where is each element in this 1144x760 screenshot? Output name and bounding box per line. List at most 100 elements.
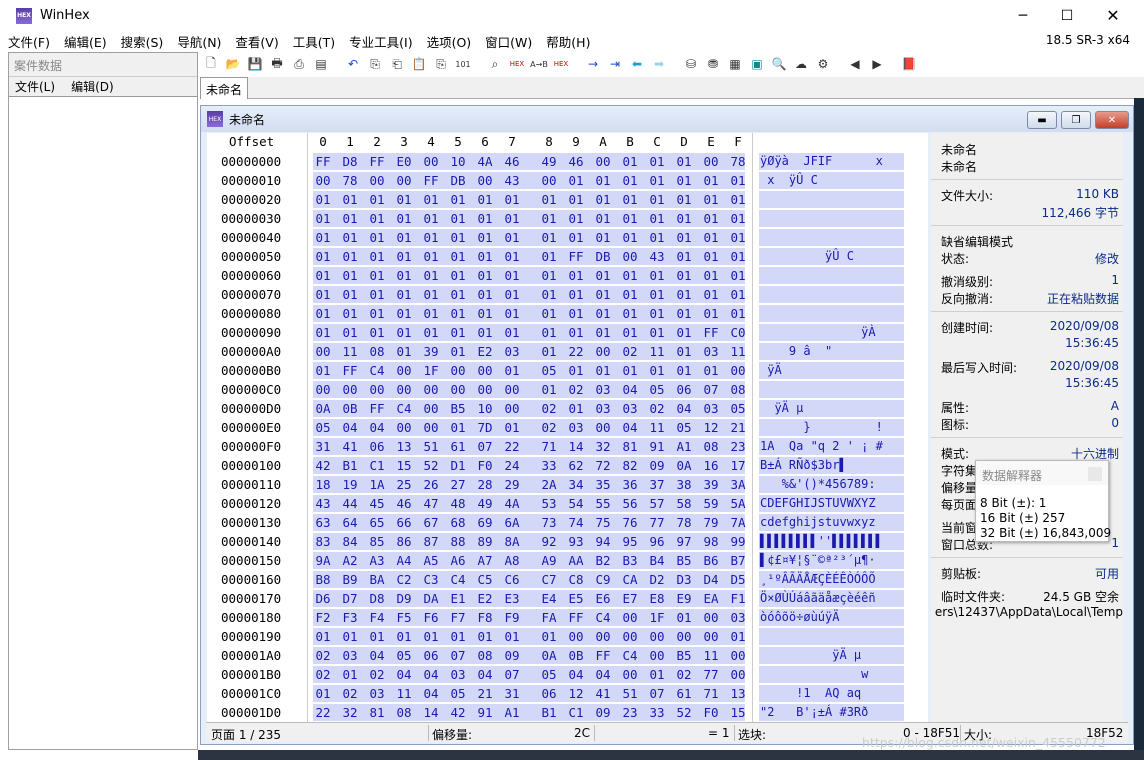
hex-byte[interactable]: 00 <box>647 648 667 663</box>
hex-byte[interactable]: 32 <box>593 439 613 454</box>
hex-byte[interactable]: 01 <box>539 382 559 397</box>
hex-byte[interactable]: 01 <box>367 249 387 264</box>
hex-byte[interactable]: B6 <box>701 553 721 568</box>
hex-byte[interactable]: E5 <box>566 591 586 606</box>
hex-byte[interactable]: 61 <box>448 439 468 454</box>
hex-byte[interactable]: 01 <box>566 173 586 188</box>
hex-byte[interactable]: 01 <box>620 363 640 378</box>
hex-row[interactable]: 000001D0 22 32 81 08 14 42 91 A1 B1 C1 09 23 33 52 F0 15… <box>207 703 928 722</box>
hex-byte[interactable]: C3 <box>421 572 441 587</box>
hex-byte[interactable]: 04 <box>620 382 640 397</box>
hex-byte[interactable]: 00 <box>313 173 333 188</box>
hex-byte[interactable]: 01 <box>647 230 667 245</box>
hex-byte[interactable]: 01 <box>502 363 522 378</box>
hex-byte[interactable]: 01 <box>620 230 640 245</box>
hex-byte[interactable]: 01 <box>566 306 586 321</box>
hex-byte[interactable]: 01 <box>448 211 468 226</box>
hex-byte[interactable]: 02 <box>647 401 667 416</box>
hex-byte[interactable]: 46 <box>566 154 586 169</box>
hex-byte[interactable]: 00 <box>728 648 748 663</box>
hex-byte[interactable]: 01 <box>502 230 522 245</box>
doc-restore-button[interactable]: ❐ <box>1061 111 1091 129</box>
hex-byte[interactable]: 01 <box>421 249 441 264</box>
hex-byte[interactable]: 01 <box>647 192 667 207</box>
hex-byte[interactable]: 00 <box>394 420 414 435</box>
hex-byte[interactable]: 01 <box>701 230 721 245</box>
hex-byte[interactable]: 08 <box>701 439 721 454</box>
hex-byte[interactable]: B5 <box>674 553 694 568</box>
hex-byte[interactable]: FF <box>313 154 333 169</box>
hex-byte[interactable]: 01 <box>701 363 721 378</box>
hex-byte[interactable]: AA <box>566 553 586 568</box>
hex-byte[interactable]: 01 <box>340 211 360 226</box>
hex-byte[interactable]: 01 <box>502 420 522 435</box>
hex-byte[interactable]: 01 <box>674 154 694 169</box>
hex-byte[interactable]: 02 <box>340 686 360 701</box>
copy-block-icon[interactable]: ⎗ <box>387 54 407 74</box>
hex-byte[interactable]: D2 <box>647 572 667 587</box>
hex-byte[interactable]: 01 <box>674 344 694 359</box>
paste-icon[interactable]: 📋 <box>409 54 429 74</box>
hex-byte[interactable]: 04 <box>367 420 387 435</box>
calculator-icon[interactable]: ▣ <box>747 54 767 74</box>
ascii-text[interactable]: ▌▌▌▌▌▌▌▌''▌▌▌▌▌▌▌ <box>760 534 920 548</box>
hex-byte[interactable]: B1 <box>340 458 360 473</box>
hex-byte[interactable]: C1 <box>367 458 387 473</box>
hex-byte[interactable]: 01 <box>674 363 694 378</box>
ascii-text[interactable]: 1A Qa "q 2 ' ¡ # <box>760 439 920 453</box>
hex-byte[interactable]: 02 <box>539 420 559 435</box>
hex-byte[interactable]: 01 <box>502 211 522 226</box>
hex-byte[interactable]: 73 <box>539 515 559 530</box>
hex-byte[interactable]: 01 <box>448 420 468 435</box>
hex-byte[interactable]: 46 <box>394 496 414 511</box>
hex-row[interactable]: 00000020 01 01 01 01 01 01 01 01 01 01 01 01 01 01 01 01 <box>207 190 928 209</box>
hex-byte[interactable]: B7 <box>728 553 748 568</box>
hex-byte[interactable]: 03 <box>367 686 387 701</box>
hex-byte[interactable]: 11 <box>701 648 721 663</box>
hex-byte[interactable]: 78 <box>674 515 694 530</box>
hex-byte[interactable]: 06 <box>367 439 387 454</box>
hex-row[interactable]: 00000000 FF D8 FF E0 00 10 4A 46 49 46 00 01 01 01 00 78… <box>207 152 928 171</box>
hex-byte[interactable]: C2 <box>394 572 414 587</box>
hex-byte[interactable]: 42 <box>313 458 333 473</box>
hex-byte[interactable]: 00 <box>593 629 613 644</box>
hex-byte[interactable]: 01 <box>674 306 694 321</box>
hex-byte[interactable]: 01 <box>367 192 387 207</box>
hex-byte[interactable]: 01 <box>539 629 559 644</box>
hex-byte[interactable]: 04 <box>674 401 694 416</box>
hex-byte[interactable]: 45 <box>367 496 387 511</box>
hex-row[interactable]: 00000050 01 01 01 01 01 01 01 01 01 FF DB 00 43 01 01 01… <box>207 247 928 266</box>
ascii-text[interactable]: ÿÛ C <box>760 249 920 263</box>
hex-byte[interactable]: 01 <box>475 230 495 245</box>
hex-byte[interactable]: 52 <box>674 705 694 720</box>
hex-byte[interactable]: 87 <box>421 534 441 549</box>
hex-byte[interactable]: 00 <box>701 629 721 644</box>
ascii-text[interactable]: Ö×ØÙÚáâãäåæçèéêñ <box>760 591 920 605</box>
hex-byte[interactable]: 39 <box>421 344 441 359</box>
hex-byte[interactable]: 96 <box>647 534 667 549</box>
hex-byte[interactable]: B3 <box>620 553 640 568</box>
hex-byte[interactable]: 01 <box>340 192 360 207</box>
ascii-text[interactable]: 9 â " <box>760 344 920 358</box>
hex-byte[interactable]: 01 <box>313 629 333 644</box>
hex-byte[interactable]: A1 <box>674 439 694 454</box>
hex-byte[interactable]: A3 <box>367 553 387 568</box>
hex-byte[interactable]: 01 <box>475 211 495 226</box>
hex-byte[interactable]: 01 <box>701 211 721 226</box>
hex-byte[interactable]: 43 <box>313 496 333 511</box>
hex-byte[interactable]: B2 <box>593 553 613 568</box>
hex-byte[interactable]: 00 <box>421 401 441 416</box>
hex-byte[interactable]: 47 <box>421 496 441 511</box>
hex-row[interactable]: 00000040 01 01 01 01 01 01 01 01 01 01 01 01 01 01 01 01 <box>207 228 928 247</box>
hex-byte[interactable]: 01 <box>394 268 414 283</box>
ascii-text[interactable]: x ÿÛ C <box>760 173 920 187</box>
hex-byte[interactable]: 01 <box>448 325 468 340</box>
hex-byte[interactable]: 99 <box>728 534 748 549</box>
hex-byte[interactable]: 01 <box>647 363 667 378</box>
hex-byte[interactable]: 01 <box>539 249 559 264</box>
ram-editor-icon[interactable]: ▦ <box>725 54 745 74</box>
hex-byte[interactable]: 01 <box>728 268 748 283</box>
hex-byte[interactable]: 92 <box>539 534 559 549</box>
hex-byte[interactable]: 00 <box>593 344 613 359</box>
ascii-text[interactable]: !1 AQ aq <box>760 686 920 700</box>
